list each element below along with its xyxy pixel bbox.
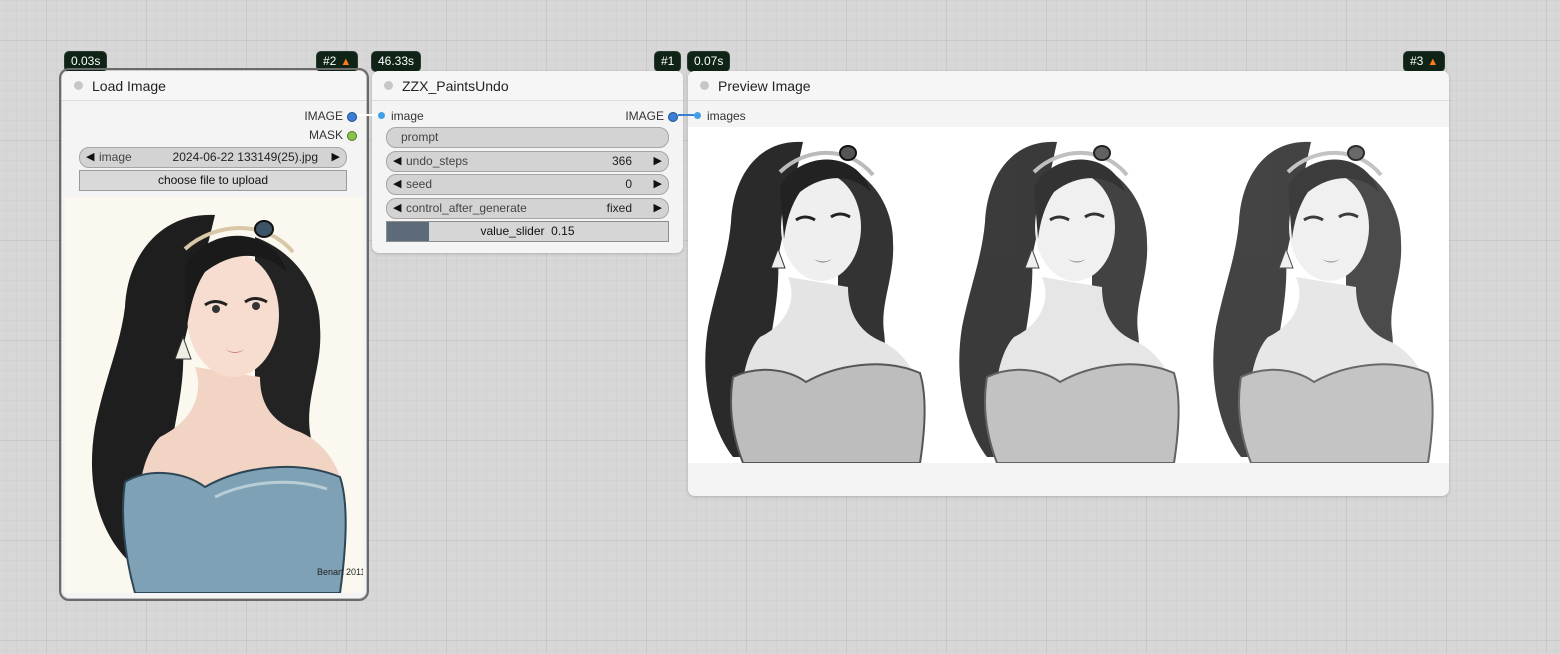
output-mask-label: MASK [308, 128, 343, 142]
arrow-left-icon[interactable]: ◀ [86, 148, 94, 167]
arrow-left-icon[interactable]: ◀ [393, 199, 401, 218]
arrow-right-icon[interactable]: ▶ [654, 199, 662, 218]
slider-fill [387, 222, 430, 241]
widget-label: undo_steps [406, 154, 469, 168]
collapse-dot-icon[interactable] [700, 81, 709, 90]
widget-value: fixed [606, 201, 632, 215]
image-select-widget[interactable]: ◀ image 2024-06-22 133149(25).jpg ▶ [79, 147, 347, 168]
preview-image-2[interactable] [957, 139, 1181, 463]
load-image-id-badge: #2 ▲ [317, 52, 358, 71]
node-title-bar[interactable]: Preview Image [688, 71, 1449, 101]
collapse-dot-icon[interactable] [384, 81, 393, 90]
load-image-id-label: #2 [323, 54, 337, 68]
artist-signature: Benart 2011 [317, 567, 363, 577]
input-images[interactable]: images [694, 109, 814, 123]
value-slider[interactable]: value_slider 0.15 [386, 221, 669, 242]
seed-widget[interactable]: ◀ seed 0 ▶ [386, 174, 669, 195]
input-pin-icon[interactable] [378, 112, 385, 119]
input-image[interactable]: image [378, 109, 498, 123]
node-title: ZZX_PaintsUndo [402, 78, 509, 94]
paints-undo-node[interactable]: ZZX_PaintsUndo image IMAGE prompt ◀ undo… [372, 71, 683, 253]
collapse-dot-icon[interactable] [74, 81, 83, 90]
output-pin-icon[interactable] [347, 131, 357, 141]
widget-label: control_after_generate [406, 201, 527, 215]
undo-steps-widget[interactable]: ◀ undo_steps 366 ▶ [386, 151, 669, 172]
load-image-time-badge: 0.03s [65, 52, 107, 71]
input-image-label: image [391, 109, 424, 123]
output-mask[interactable]: MASK [237, 128, 357, 142]
loaded-image-preview: Benart 2011 [65, 197, 363, 593]
prompt-input[interactable]: prompt [386, 127, 669, 148]
preview-image-id-label: #3 [1410, 54, 1424, 68]
widget-label: seed [406, 177, 433, 191]
preview-image-1[interactable] [703, 139, 927, 463]
output-pin-icon[interactable] [347, 112, 357, 122]
fox-icon: ▲ [1427, 56, 1439, 68]
preview-image-id-badge: #3 ▲ [1404, 52, 1445, 71]
node-title-bar[interactable]: Load Image [62, 71, 366, 101]
paints-undo-id-badge: #1 [655, 52, 681, 71]
preview-images-strip [703, 139, 1435, 463]
arrow-left-icon[interactable]: ◀ [393, 175, 401, 194]
widget-label: image [99, 150, 132, 164]
arrow-right-icon[interactable]: ▶ [654, 175, 662, 194]
input-pin-icon[interactable] [694, 112, 701, 119]
arrow-right-icon[interactable]: ▶ [332, 148, 340, 167]
input-images-label: images [707, 109, 746, 123]
widget-value: 0 [625, 177, 632, 191]
preview-image-node[interactable]: Preview Image images [688, 71, 1449, 496]
widget-value: 2024-06-22 133149(25).jpg [172, 150, 318, 164]
node-title: Load Image [92, 78, 166, 94]
arrow-left-icon[interactable]: ◀ [393, 152, 401, 171]
preview-images-area[interactable] [688, 127, 1449, 463]
node-title-bar[interactable]: ZZX_PaintsUndo [372, 71, 683, 101]
widget-value: 366 [611, 154, 632, 168]
paints-undo-time-badge: 46.33s [372, 52, 421, 71]
portrait-illustration: Benart 2011 [91, 214, 363, 593]
control-after-generate-widget[interactable]: ◀ control_after_generate fixed ▶ [386, 198, 669, 219]
output-pin-icon[interactable] [668, 112, 678, 122]
output-image[interactable]: IMAGE [558, 109, 678, 123]
arrow-right-icon[interactable]: ▶ [654, 152, 662, 171]
preview-image-time-badge: 0.07s [688, 52, 730, 71]
output-image[interactable]: IMAGE [237, 109, 357, 123]
output-image-label: IMAGE [625, 109, 664, 123]
upload-button[interactable]: choose file to upload [79, 170, 347, 191]
load-image-node[interactable]: Load Image IMAGE MASK ◀ image 2024-06-22… [59, 68, 369, 601]
fox-icon: ▲ [340, 56, 352, 68]
node-title: Preview Image [718, 78, 811, 94]
preview-image-3[interactable] [1211, 139, 1435, 463]
prompt-label: prompt [401, 130, 439, 144]
slider-label: value_slider 0.15 [480, 224, 575, 238]
output-image-label: IMAGE [304, 109, 343, 123]
